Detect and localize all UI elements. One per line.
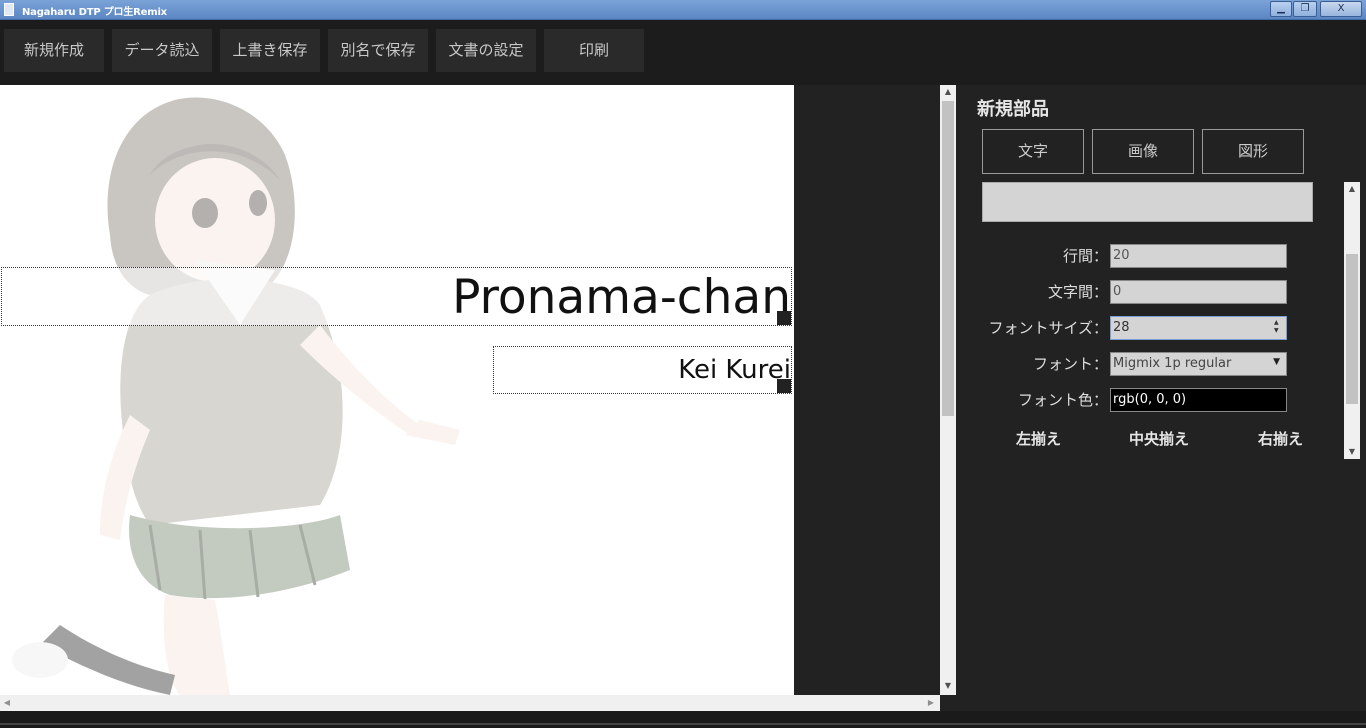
save-button[interactable]: 上書き保存 (220, 29, 320, 72)
letter-spacing-input[interactable]: 0 (1110, 280, 1287, 304)
title-text: Pronama-chan (452, 270, 791, 325)
letter-spacing-label: 文字間： (1047, 283, 1108, 301)
bottom-divider (0, 723, 1366, 725)
new-document-button[interactable]: 新規作成 (4, 29, 104, 72)
panel-scroll-thumb[interactable] (1346, 254, 1358, 404)
bottom-strip (0, 711, 1366, 728)
scroll-up-arrow-icon[interactable]: ▲ (940, 85, 956, 99)
font-size-label: フォントサイズ： (988, 319, 1108, 337)
scroll-left-arrow-icon[interactable]: ◀ (0, 695, 14, 711)
scroll-thumb[interactable] (942, 101, 954, 416)
scroll-right-arrow-icon[interactable]: ▶ (924, 695, 938, 711)
line-height-input[interactable]: 20 (1110, 244, 1287, 268)
main-toolbar: 新規作成 データ読込 上書き保存 別名で保存 文書の設定 印刷 (0, 20, 1366, 85)
close-button[interactable]: X (1320, 1, 1362, 17)
font-size-input[interactable]: 28 ▲ ▼ (1110, 316, 1287, 340)
add-image-button[interactable]: 画像 (1092, 129, 1194, 174)
title-resize-handle[interactable] (777, 311, 791, 325)
panel-heading: 新規部品 (977, 99, 1049, 120)
font-label: フォント： (1032, 355, 1108, 373)
canvas-vertical-scrollbar[interactable]: ▲ ▼ (940, 85, 956, 695)
chevron-down-icon: ▼ (1273, 357, 1280, 367)
line-height-label: 行間： (1062, 247, 1108, 265)
author-resize-handle[interactable] (777, 379, 791, 393)
load-data-button[interactable]: データ読込 (112, 29, 212, 72)
window-titlebar: Nagaharu DTP プロ生Remix ▁ ❐ X (0, 0, 1366, 20)
canvas-area: Pronama-chan Kei Kurei ▲ ▼ ◀ ▶ (0, 85, 956, 711)
add-text-button[interactable]: 文字 (982, 129, 1084, 174)
spinner-arrows-icon[interactable]: ▲ ▼ (1274, 319, 1284, 335)
document-icon (4, 3, 14, 16)
panel-scroll-down-icon[interactable]: ▼ (1344, 445, 1360, 459)
font-size-value: 28 (1113, 320, 1130, 335)
restore-button[interactable]: ❐ (1293, 1, 1317, 17)
font-select-value: Migmix 1p regular (1113, 356, 1232, 371)
properties-panel: 新規部品 文字 画像 図形 ▲ ▼ 行間： 20 文字間： 0 フォントサイズ：… (956, 85, 1366, 711)
author-text: Kei Kurei (678, 355, 791, 385)
window-title: Nagaharu DTP プロ生Remix (22, 7, 167, 18)
save-as-button[interactable]: 別名で保存 (328, 29, 428, 72)
align-right-button[interactable]: 右揃え (1258, 428, 1303, 449)
align-center-button[interactable]: 中央揃え (1129, 428, 1189, 449)
add-shape-button[interactable]: 図形 (1202, 129, 1304, 174)
align-left-button[interactable]: 左揃え (1016, 428, 1061, 449)
font-color-input[interactable]: rgb(0, 0, 0) (1110, 388, 1287, 412)
text-content-textarea[interactable] (982, 182, 1313, 222)
title-text-box[interactable]: Pronama-chan (1, 267, 792, 326)
print-button[interactable]: 印刷 (544, 29, 644, 72)
author-text-box[interactable]: Kei Kurei (493, 346, 792, 394)
scroll-down-arrow-icon[interactable]: ▼ (940, 679, 956, 693)
panel-scroll-up-icon[interactable]: ▲ (1344, 182, 1360, 196)
font-color-label: フォント色： (1017, 391, 1108, 409)
canvas-horizontal-scrollbar[interactable]: ◀ ▶ (0, 695, 940, 711)
minimize-button[interactable]: ▁ (1270, 1, 1292, 17)
document-page[interactable]: Pronama-chan Kei Kurei (0, 85, 794, 695)
panel-scrollbar[interactable]: ▲ ▼ (1344, 182, 1360, 459)
font-select[interactable]: Migmix 1p regular ▼ (1110, 352, 1287, 376)
document-settings-button[interactable]: 文書の設定 (436, 29, 536, 72)
